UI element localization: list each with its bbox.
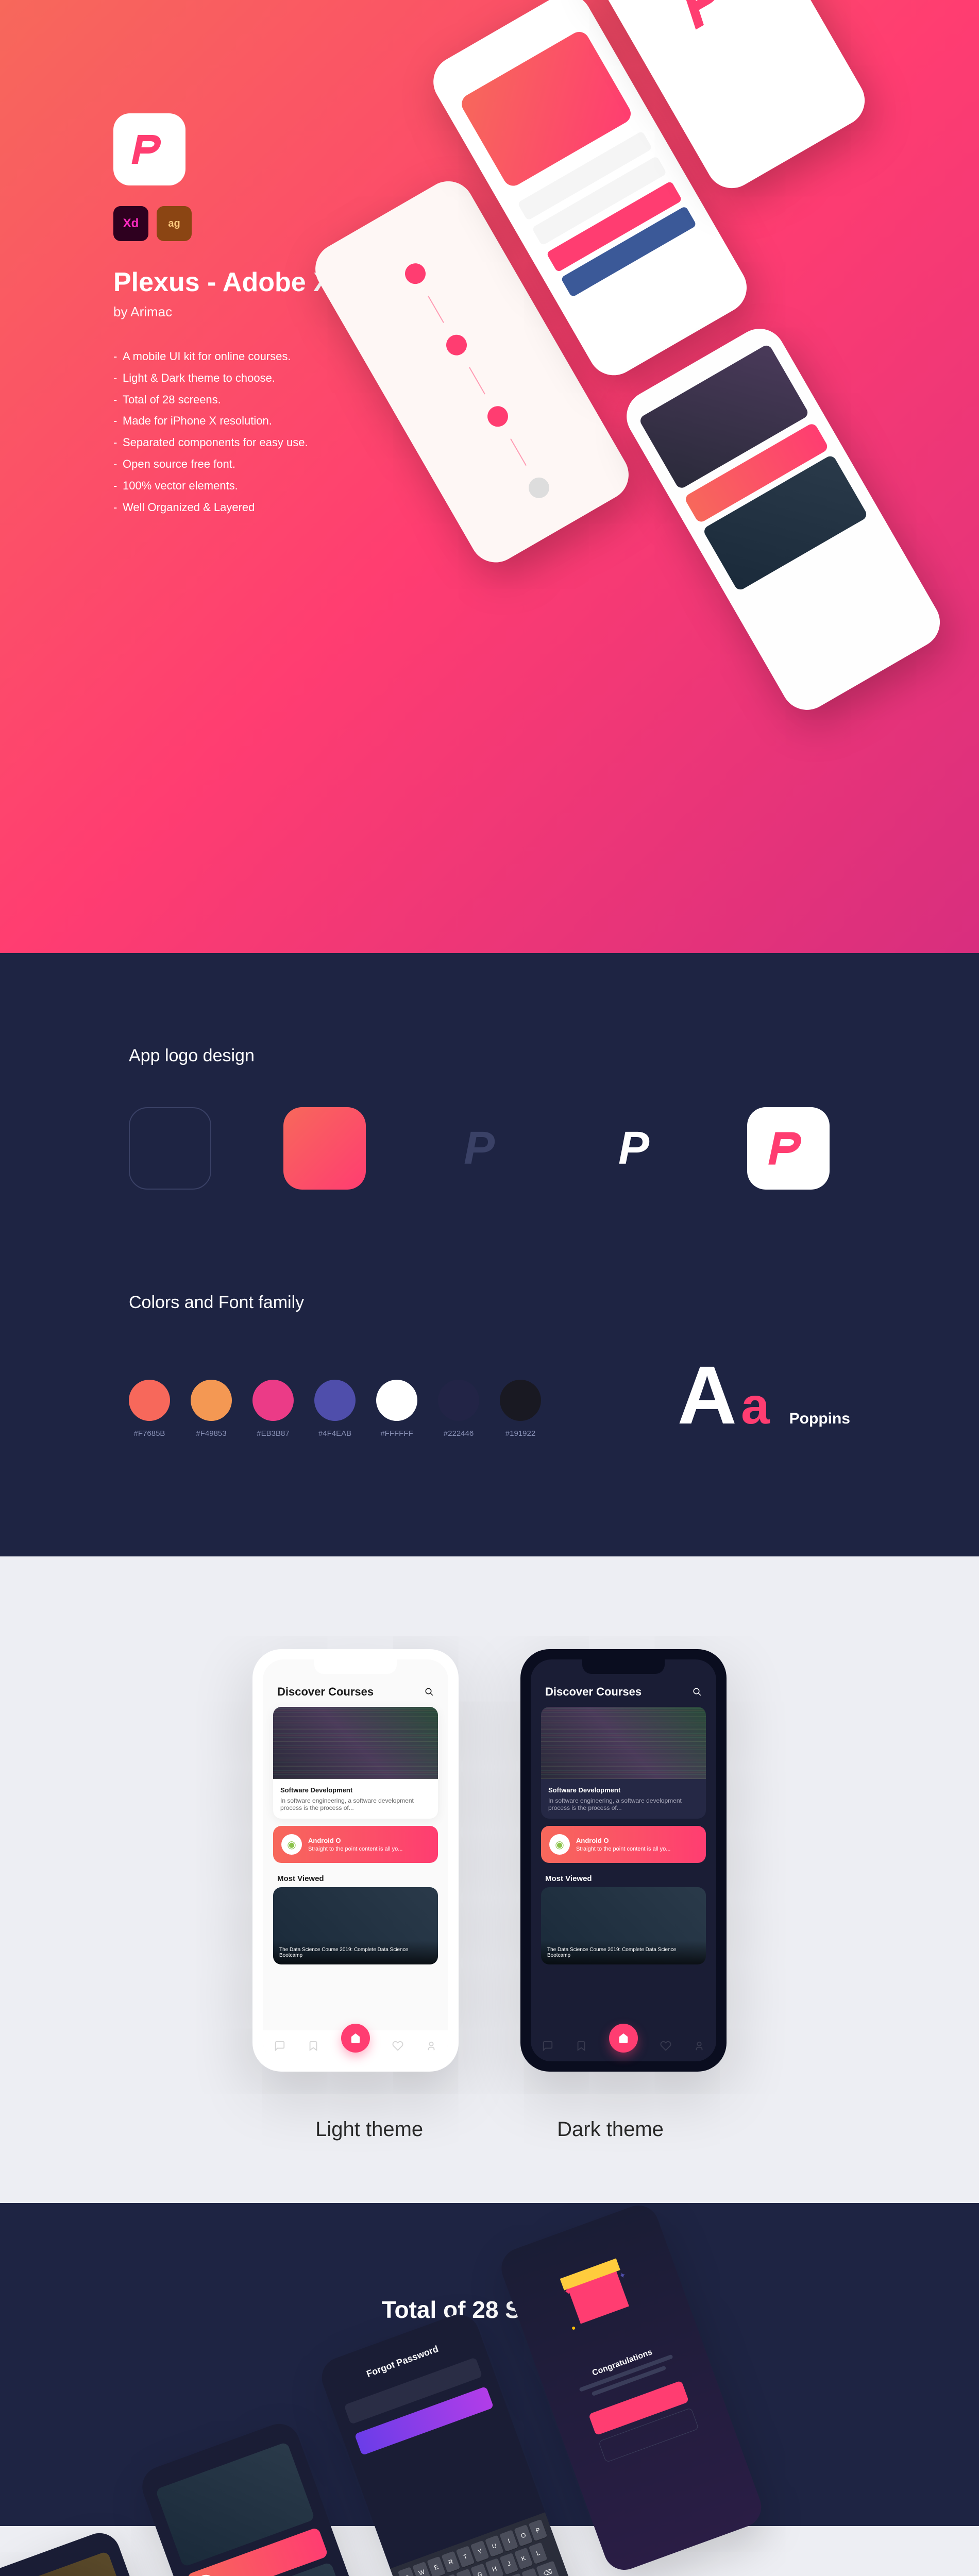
heart-icon[interactable] <box>392 2040 403 2052</box>
swatch-item: #F7685B <box>129 1380 170 1438</box>
colors-font-row: #F7685B #F49853 #EB3B87 #4F4EAB #FFFFFF … <box>129 1354 850 1464</box>
most-viewed-label: Most Viewed <box>273 1870 438 1887</box>
android-icon: ◉ <box>549 1834 570 1855</box>
arimac-badge: ag <box>157 206 192 241</box>
adobe-xd-badge: Xd <box>113 206 148 241</box>
android-icon: ◉ <box>281 1834 302 1855</box>
user-icon[interactable] <box>694 2040 705 2052</box>
promo-card[interactable]: ◉ Android O Straight to the point conten… <box>273 1826 438 1863</box>
chat-icon[interactable] <box>542 2040 553 2052</box>
plexus-logo <box>113 113 185 185</box>
design-section: App logo design P P Colors and Font fami… <box>0 953 979 1556</box>
logo-step-p-outline: P <box>438 1107 520 1190</box>
screen-title: Discover Courses <box>273 1685 438 1699</box>
dark-theme-phone: Discover Courses Software Development In… <box>520 1649 727 2072</box>
logo-design-label: App logo design <box>129 1046 850 1066</box>
themes-section: Discover Courses Software Development In… <box>0 1556 979 2203</box>
p-logo-icon <box>129 129 170 170</box>
dark-theme-label: Dark theme <box>557 2118 664 2141</box>
bottom-nav <box>531 2030 716 2061</box>
screen-title: Discover Courses <box>541 1685 706 1699</box>
swatch-item: #191922 <box>500 1380 541 1438</box>
bottom-nav <box>263 2030 448 2061</box>
heart-icon[interactable] <box>660 2040 671 2052</box>
light-theme-label: Light theme <box>315 2118 423 2141</box>
logo-step-p-white: P <box>593 1107 675 1190</box>
chat-icon[interactable] <box>274 2040 285 2052</box>
logo-step-final <box>747 1107 830 1190</box>
swatch-item: #222446 <box>438 1380 479 1438</box>
gift-icon: ✦ ✦ ● <box>557 2264 649 2356</box>
colors-font-label: Colors and Font family <box>129 1293 850 1313</box>
most-viewed-label: Most Viewed <box>541 1870 706 1887</box>
bookmark-icon[interactable] <box>308 2040 319 2052</box>
screens-section: Total of 28 Screens Discover Courses ★★★… <box>0 2203 979 2576</box>
home-icon <box>618 2032 629 2044</box>
search-icon[interactable] <box>693 1687 702 1697</box>
most-viewed-card[interactable]: The Data Science Course 2019: Complete D… <box>273 1887 438 1964</box>
phone-mockup-discover <box>617 319 949 719</box>
swatch-item: #F49853 <box>191 1380 232 1438</box>
home-button[interactable] <box>341 2024 370 2053</box>
hero-section: Xd ag Plexus - Adobe XD UI kit by Arimac… <box>0 0 979 953</box>
swatch-item: #EB3B87 <box>252 1380 294 1438</box>
swatch-item: #4F4EAB <box>314 1380 356 1438</box>
course-card[interactable]: Software Development In software enginee… <box>273 1707 438 1819</box>
theme-labels: Light theme Dark theme <box>0 2103 979 2141</box>
p-logo-icon <box>666 0 750 40</box>
font-display: A a Poppins <box>677 1354 850 1464</box>
search-icon[interactable] <box>425 1687 434 1697</box>
font-name: Poppins <box>789 1410 850 1428</box>
font-sample-upper: A <box>677 1354 737 1436</box>
bookmark-icon[interactable] <box>576 2040 587 2052</box>
light-theme-phone: Discover Courses Software Development In… <box>252 1649 459 2072</box>
logo-evolution: P P <box>129 1107 850 1190</box>
screens-grid: Discover Courses ★★★★★ ♥♥♥ What level do… <box>0 2287 979 2576</box>
home-icon <box>350 2032 361 2044</box>
p-logo-icon <box>765 1125 812 1172</box>
promo-card[interactable]: ◉ Android O Straight to the point conten… <box>541 1826 706 1863</box>
color-swatches: #F7685B #F49853 #EB3B87 #4F4EAB #FFFFFF … <box>129 1380 541 1438</box>
user-icon[interactable] <box>426 2040 437 2052</box>
most-viewed-card[interactable]: The Data Science Course 2019: Complete D… <box>541 1887 706 1964</box>
logo-step-gradient <box>283 1107 366 1190</box>
swatch-item: #FFFFFF <box>376 1380 417 1438</box>
home-button[interactable] <box>609 2024 638 2053</box>
course-card[interactable]: Software Development In software enginee… <box>541 1707 706 1819</box>
theme-phones: Discover Courses Software Development In… <box>0 1649 979 2072</box>
logo-step-outline <box>129 1107 211 1190</box>
font-sample-lower: a <box>741 1380 770 1432</box>
